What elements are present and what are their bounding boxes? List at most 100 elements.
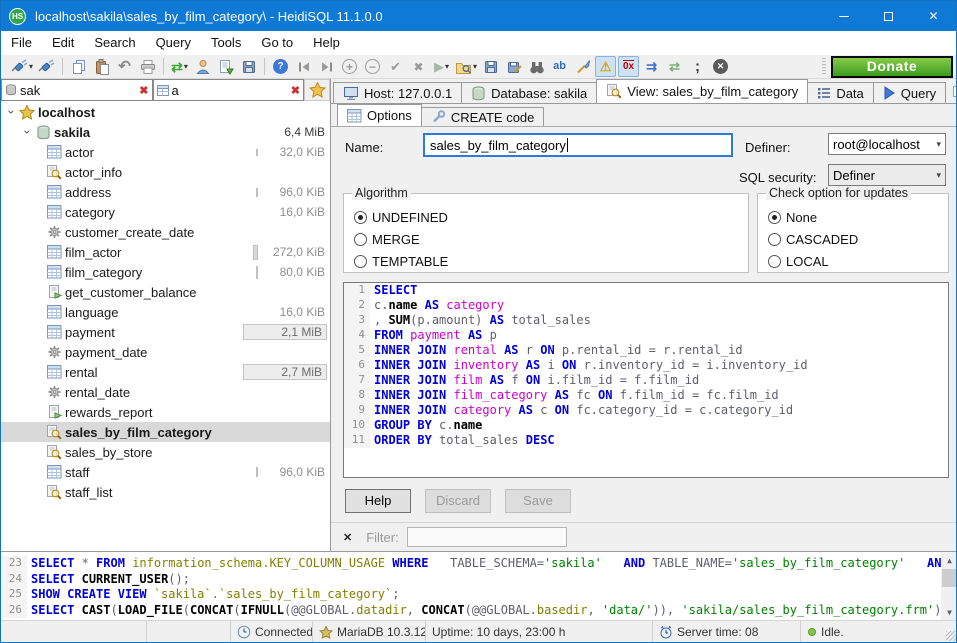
- subtab-options[interactable]: Options: [337, 104, 422, 126]
- radio-check-option-local[interactable]: LOCAL: [768, 250, 948, 272]
- menu-file[interactable]: File: [1, 31, 42, 54]
- refresh-button[interactable]: ⇄▾: [169, 56, 190, 77]
- tree-item-actor_info[interactable]: actor_info: [1, 162, 330, 182]
- tree-item-address[interactable]: address96,0 KiB: [1, 182, 330, 202]
- tab-view-sales-by-film-category[interactable]: View: sales_by_film_category: [596, 79, 808, 103]
- add-record-button[interactable]: +: [339, 56, 360, 77]
- disconnect-button[interactable]: [36, 56, 57, 77]
- sql-editor[interactable]: 1SELECT2c.name AS category3, SUM(p.amoun…: [343, 282, 949, 478]
- apply-button[interactable]: ✔: [385, 56, 406, 77]
- remove-record-button[interactable]: −: [362, 56, 383, 77]
- tree-item-sakila[interactable]: ›sakila6,4 MiB: [1, 122, 330, 142]
- menu-query[interactable]: Query: [146, 31, 201, 54]
- tree-item-actor[interactable]: actor32,0 KiB: [1, 142, 330, 162]
- radio-check-option-none[interactable]: None: [768, 206, 948, 228]
- scroll-thumb[interactable]: [942, 569, 957, 587]
- undo-button[interactable]: ↶: [114, 56, 135, 77]
- tree-item-customer_create_date[interactable]: customer_create_date: [1, 222, 330, 242]
- radio-algorithm-temptable[interactable]: TEMPTABLE: [354, 250, 748, 272]
- go-last-button[interactable]: [316, 56, 337, 77]
- tree-item-payment_date[interactable]: payment_date: [1, 342, 330, 362]
- tree-item-staff[interactable]: staff96,0 KiB: [1, 462, 330, 482]
- indent-button[interactable]: ⇉: [641, 56, 662, 77]
- clear-table-filter-icon[interactable]: ✖: [139, 84, 148, 97]
- tree-item-rewards_report[interactable]: rewards_report: [1, 402, 330, 422]
- scroll-down-icon[interactable]: ▼: [941, 604, 957, 620]
- view-name-input[interactable]: sales_by_film_category: [423, 133, 733, 157]
- replace-text-button[interactable]: ab: [549, 56, 570, 77]
- tree-item-get_customer_balance[interactable]: get_customer_balance: [1, 282, 330, 302]
- discard-button[interactable]: Discard: [425, 489, 491, 513]
- minimize-button[interactable]: [821, 1, 866, 31]
- subtab-create-code[interactable]: CREATE code: [421, 107, 545, 126]
- tab-data[interactable]: Data: [807, 82, 873, 103]
- save-sql-as-button[interactable]: [503, 56, 524, 77]
- save-snippet-button[interactable]: [238, 56, 259, 77]
- reconnect-button[interactable]: ⇄: [664, 56, 685, 77]
- tree-item-staff_list[interactable]: staff_list: [1, 482, 330, 502]
- log-scrollbar[interactable]: ▲ ▼: [941, 552, 957, 620]
- close-filter-icon[interactable]: ✕: [343, 531, 352, 544]
- object-filter-input[interactable]: a ✖: [153, 79, 305, 101]
- execute-sql-button[interactable]: ▶▾: [431, 56, 452, 77]
- help-button[interactable]: Help: [345, 489, 411, 513]
- filter-input[interactable]: [407, 527, 567, 547]
- chevron-icon[interactable]: ›: [21, 126, 35, 139]
- table-filter-input[interactable]: sak ✖: [1, 79, 153, 101]
- single-queries-button[interactable]: ;: [687, 56, 708, 77]
- menu-go-to[interactable]: Go to: [251, 31, 303, 54]
- tab-database-sakila[interactable]: Database: sakila: [461, 82, 597, 103]
- tree-item-localhost[interactable]: ›localhost: [1, 102, 330, 122]
- copy-button[interactable]: [68, 56, 89, 77]
- radio-algorithm-merge[interactable]: MERGE: [354, 228, 748, 250]
- resize-grip[interactable]: [946, 631, 956, 641]
- user-manager-button[interactable]: [192, 56, 213, 77]
- reformat-sql-button[interactable]: [572, 56, 593, 77]
- tree-item-film_category[interactable]: film_category80,0 KiB: [1, 262, 330, 282]
- tree-item-category[interactable]: category16,0 KiB: [1, 202, 330, 222]
- radio-icon[interactable]: [768, 255, 781, 268]
- radio-icon[interactable]: [354, 211, 367, 224]
- find-text-button[interactable]: [526, 56, 547, 77]
- definer-combobox[interactable]: root@localhost▾: [828, 133, 946, 155]
- cancel-button[interactable]: ✖: [408, 56, 429, 77]
- save-button[interactable]: Save: [505, 489, 571, 513]
- print-button[interactable]: [137, 56, 158, 77]
- load-sql-button[interactable]: ▾: [454, 56, 478, 77]
- title-bar[interactable]: HS localhost\sakila\sales_by_film_catego…: [1, 1, 956, 31]
- export-database-button[interactable]: [215, 56, 236, 77]
- stop-process-button[interactable]: ✕: [710, 56, 731, 77]
- paste-button[interactable]: [91, 56, 112, 77]
- maximize-button[interactable]: [866, 1, 911, 31]
- radio-icon[interactable]: [768, 211, 781, 224]
- chevron-icon[interactable]: ›: [5, 106, 19, 119]
- menu-edit[interactable]: Edit: [42, 31, 84, 54]
- tree-item-rental_date[interactable]: rental_date: [1, 382, 330, 402]
- session-manager-button[interactable]: ▾: [10, 56, 34, 77]
- tree-item-rental[interactable]: rental2,7 MiB: [1, 362, 330, 382]
- donate-button[interactable]: Donate: [831, 56, 953, 78]
- save-sql-button[interactable]: [480, 56, 501, 77]
- tree-item-sales_by_film_category[interactable]: sales_by_film_category: [1, 422, 330, 442]
- radio-check-option-cascaded[interactable]: CASCADED: [768, 228, 948, 250]
- radio-icon[interactable]: [354, 255, 367, 268]
- go-first-button[interactable]: [293, 56, 314, 77]
- tree-item-film_actor[interactable]: film_actor272,0 KiB: [1, 242, 330, 262]
- radio-algorithm-undefined[interactable]: UNDEFINED: [354, 206, 748, 228]
- help-button[interactable]: ?: [270, 56, 291, 77]
- radio-icon[interactable]: [768, 233, 781, 246]
- clear-object-filter-icon[interactable]: ✖: [291, 84, 300, 97]
- close-button[interactable]: ✕: [911, 1, 956, 31]
- tab-host-127-0-0-1[interactable]: Host: 127.0.0.1: [333, 82, 462, 103]
- tab-query[interactable]: Query: [873, 82, 946, 103]
- hex-toggle-button[interactable]: 0x: [618, 56, 639, 77]
- menu-help[interactable]: Help: [303, 31, 350, 54]
- scroll-up-icon[interactable]: ▲: [941, 552, 957, 568]
- tree-item-sales_by_store[interactable]: sales_by_store: [1, 442, 330, 462]
- radio-icon[interactable]: [354, 233, 367, 246]
- new-query-tab-button[interactable]: [951, 85, 957, 103]
- tree-item-language[interactable]: language16,0 KiB: [1, 302, 330, 322]
- tree-item-payment[interactable]: payment2,1 MiB: [1, 322, 330, 342]
- menu-tools[interactable]: Tools: [201, 31, 251, 54]
- menu-search[interactable]: Search: [84, 31, 145, 54]
